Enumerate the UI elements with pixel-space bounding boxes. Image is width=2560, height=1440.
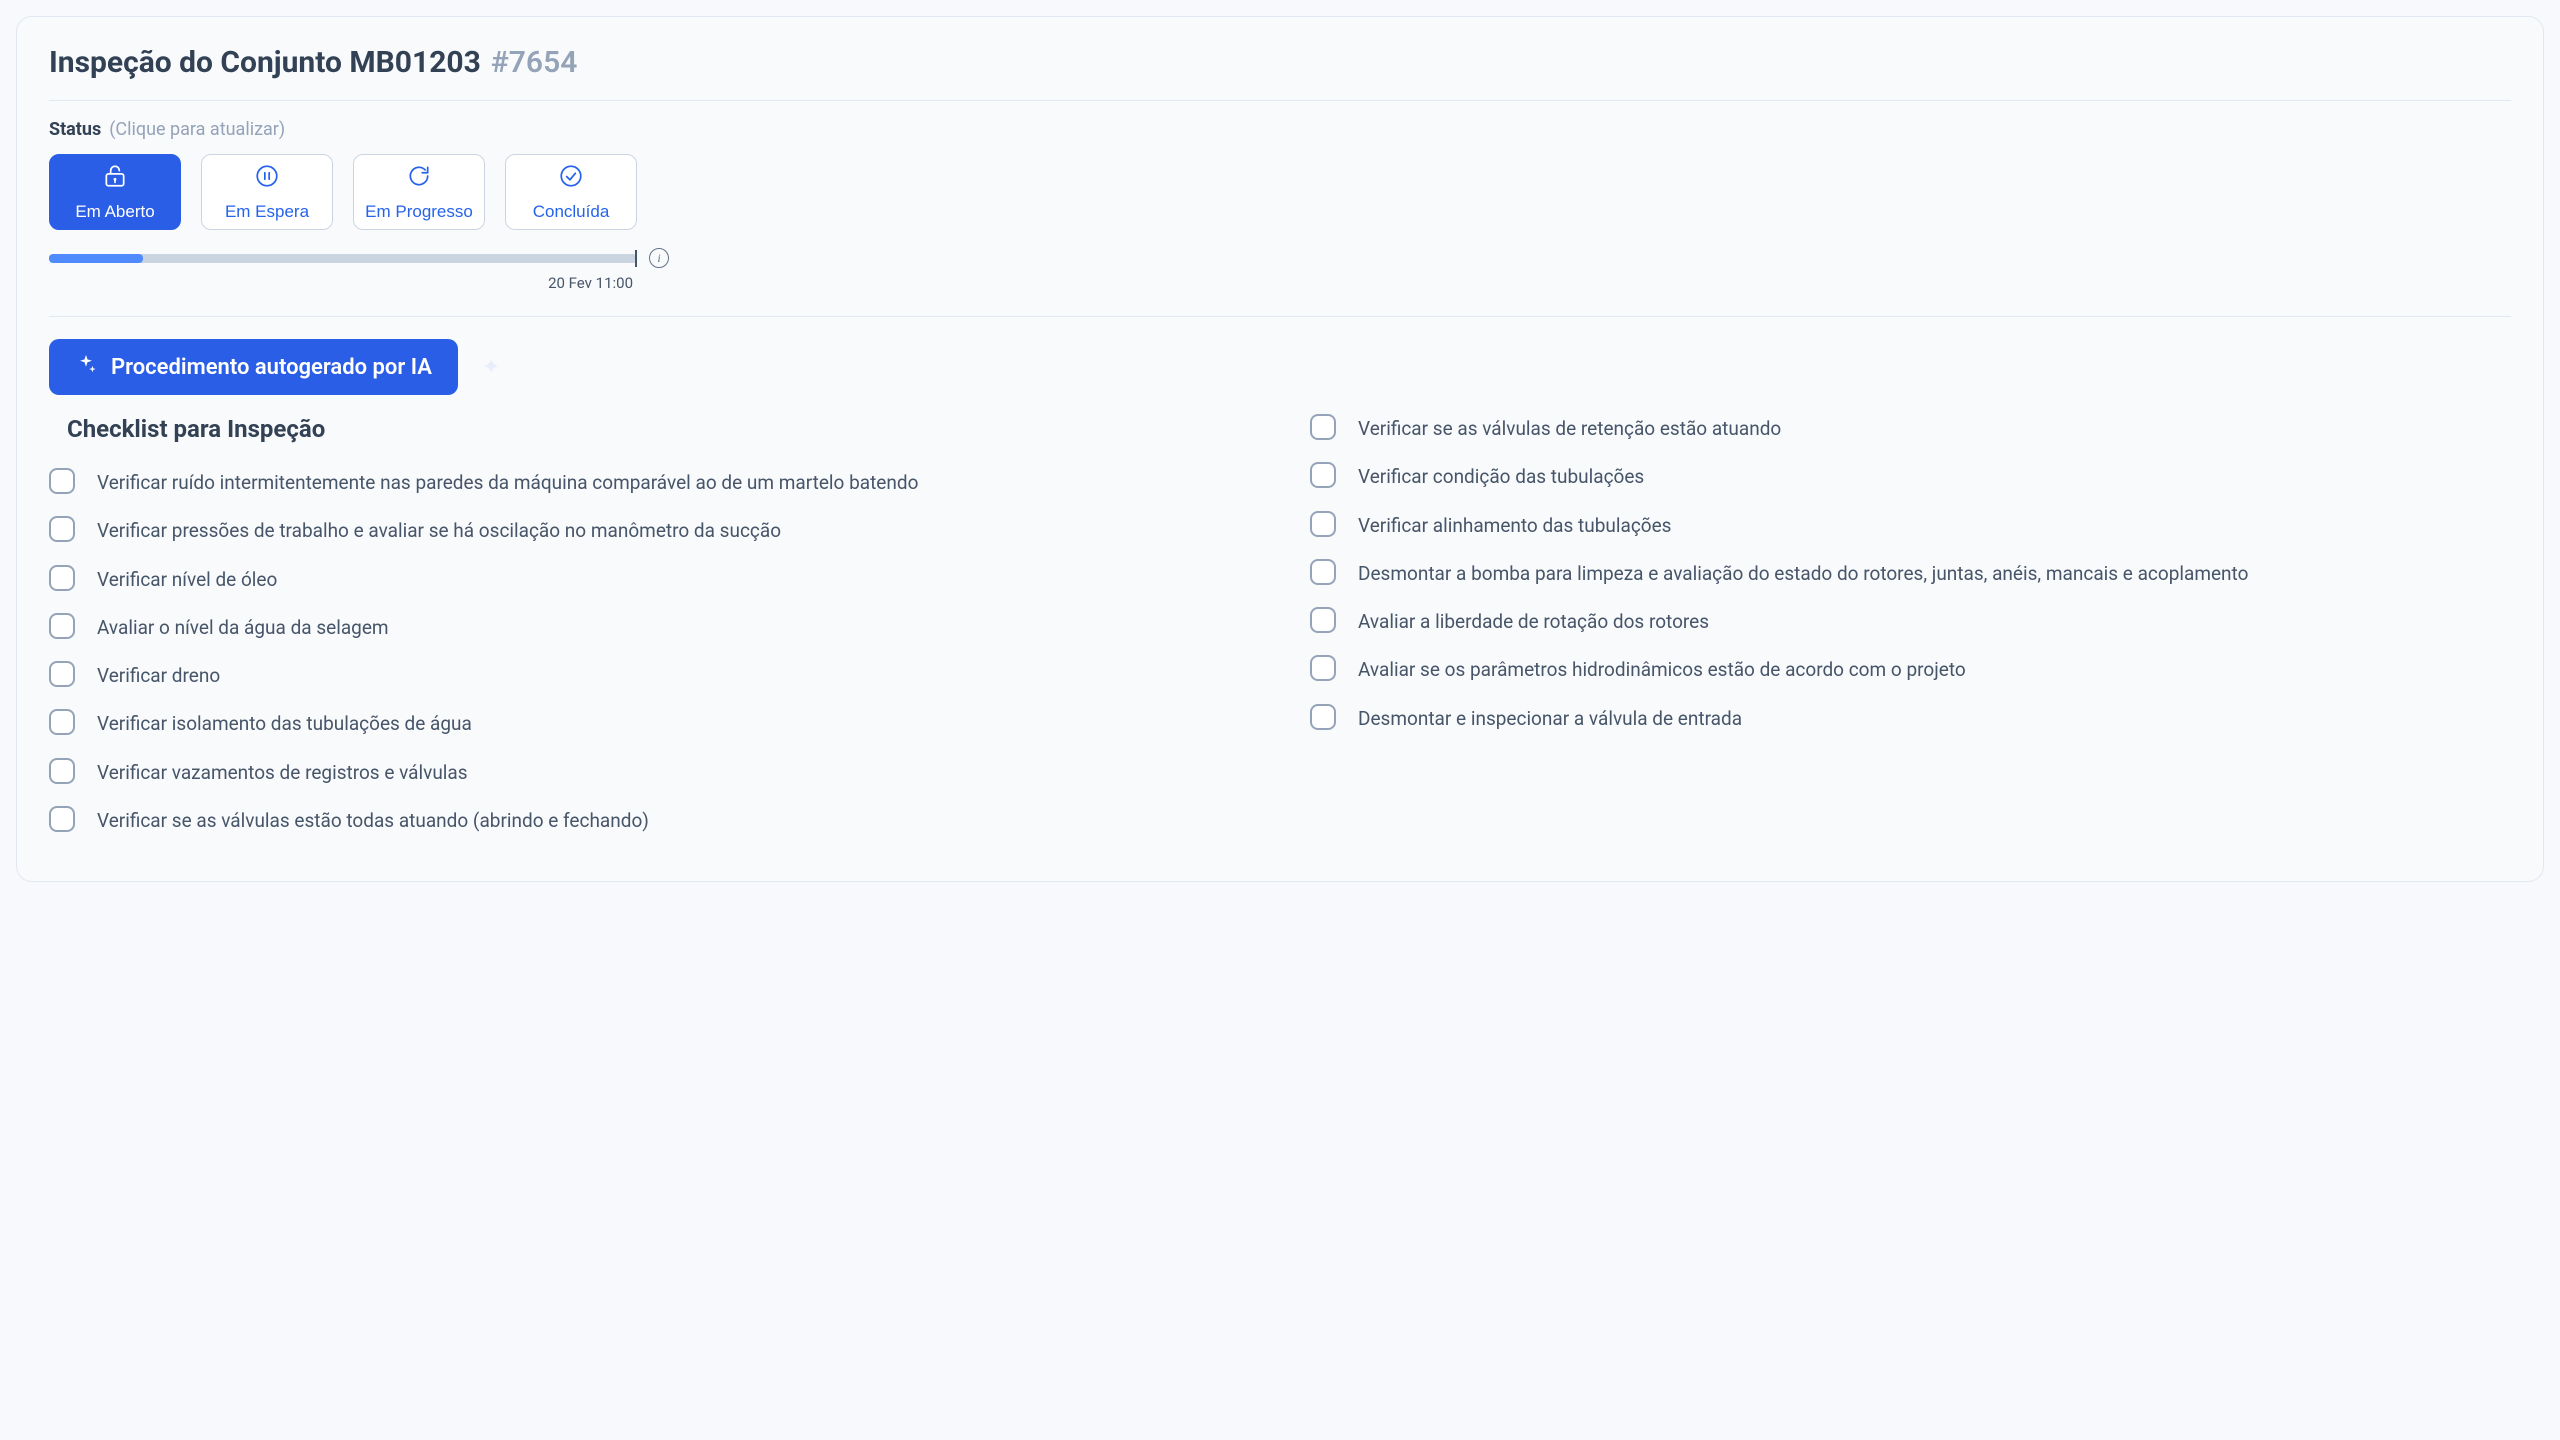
- checklist-item-label: Verificar se as válvulas estão todas atu…: [97, 805, 649, 837]
- checkbox[interactable]: [49, 758, 75, 784]
- checkbox[interactable]: [1310, 559, 1336, 585]
- status-label-row: Status (Clique para atualizar): [49, 119, 2511, 140]
- checklist-item: Verificar se as válvulas estão todas atu…: [49, 797, 1250, 845]
- checkbox[interactable]: [1310, 414, 1336, 440]
- status-done-button[interactable]: Concluída: [505, 154, 637, 230]
- lock-open-icon: [102, 163, 128, 194]
- checklist-item: Desmontar a bomba para limpeza e avaliaç…: [1310, 550, 2511, 598]
- title-row: Inspeção do Conjunto MB01203 #7654: [49, 45, 2511, 101]
- checkbox[interactable]: [1310, 511, 1336, 537]
- checklist-item-label: Verificar dreno: [97, 660, 220, 692]
- checklist-item-label: Verificar pressões de trabalho e avaliar…: [97, 515, 781, 547]
- ai-procedure-badge[interactable]: Procedimento autogerado por IA: [49, 339, 458, 395]
- status-button-label: Em Progresso: [365, 202, 473, 222]
- sparkle-icon: [75, 353, 97, 381]
- checkbox[interactable]: [49, 806, 75, 832]
- info-icon[interactable]: i: [649, 248, 669, 268]
- status-label: Status: [49, 119, 101, 140]
- checklist-item-label: Verificar nível de óleo: [97, 564, 277, 596]
- checklist-item: Verificar dreno: [49, 652, 1250, 700]
- inspection-card: Inspeção do Conjunto MB01203 #7654 Statu…: [16, 16, 2544, 882]
- checklist-title: Checklist para Inspeção: [67, 415, 1250, 443]
- checklist-item-label: Avaliar se os parâmetros hidrodinâmicos …: [1358, 654, 1966, 686]
- checkbox[interactable]: [1310, 655, 1336, 681]
- checklist-item-label: Verificar condição das tubulações: [1358, 461, 1644, 493]
- checklist-item: Verificar alinhamento das tubulações: [1310, 502, 2511, 550]
- checkbox[interactable]: [49, 709, 75, 735]
- checkbox[interactable]: [49, 468, 75, 494]
- checklist-item: Verificar isolamento das tubulações de á…: [49, 700, 1250, 748]
- page-title: Inspeção do Conjunto MB01203: [49, 45, 481, 80]
- checklist-item: Verificar condição das tubulações: [1310, 453, 2511, 501]
- checkbox[interactable]: [1310, 607, 1336, 633]
- ai-badge-label: Procedimento autogerado por IA: [111, 355, 432, 380]
- checklist-item: Verificar ruído intermitentemente nas pa…: [49, 459, 1250, 507]
- checkbox[interactable]: [49, 661, 75, 687]
- checklist-item-label: Desmontar a bomba para limpeza e avaliaç…: [1358, 558, 2248, 590]
- status-hold-button[interactable]: Em Espera: [201, 154, 333, 230]
- checklist-item: Avaliar se os parâmetros hidrodinâmicos …: [1310, 646, 2511, 694]
- status-button-label: Em Espera: [225, 202, 309, 222]
- checklist-item-label: Avaliar o nível da água da selagem: [97, 612, 389, 644]
- status-section: Status (Clique para atualizar) Em Aberto: [49, 119, 2511, 317]
- checkbox[interactable]: [49, 565, 75, 591]
- checklist-item-label: Verificar ruído intermitentemente nas pa…: [97, 467, 918, 499]
- progress-row: i: [49, 248, 669, 268]
- progress-bar[interactable]: [49, 254, 637, 263]
- checklist-item-label: Verificar alinhamento das tubulações: [1358, 510, 1671, 542]
- progress-end-marker: [635, 250, 637, 267]
- checklist-left-column: Checklist para Inspeção Verificar ruído …: [49, 405, 1250, 845]
- status-open-button[interactable]: Em Aberto: [49, 154, 181, 230]
- status-button-group: Em Aberto Em Espera: [49, 154, 2511, 230]
- progress-fill: [49, 254, 143, 263]
- checklist-item: Verificar pressões de trabalho e avaliar…: [49, 507, 1250, 555]
- checklist-item-label: Verificar isolamento das tubulações de á…: [97, 708, 472, 740]
- status-hint: (Clique para atualizar): [109, 119, 285, 140]
- checkbox[interactable]: [49, 613, 75, 639]
- ticket-id: #7654: [491, 45, 577, 80]
- status-button-label: Concluída: [533, 202, 610, 222]
- status-in-progress-button[interactable]: Em Progresso: [353, 154, 485, 230]
- checkbox[interactable]: [1310, 462, 1336, 488]
- checklist-item-label: Verificar se as válvulas de retenção est…: [1358, 413, 1781, 445]
- checklist-item: Verificar nível de óleo: [49, 556, 1250, 604]
- checklist-right-column: Verificar se as válvulas de retenção est…: [1310, 405, 2511, 845]
- checklist-item: Verificar vazamentos de registros e válv…: [49, 749, 1250, 797]
- checklist-item: Verificar se as válvulas de retenção est…: [1310, 405, 2511, 453]
- checkbox[interactable]: [1310, 704, 1336, 730]
- progress-due-date: 20 Fev 11:00: [49, 274, 669, 292]
- checklist-item-label: Desmontar e inspecionar a válvula de ent…: [1358, 703, 1742, 735]
- checklist-item: Avaliar o nível da água da selagem: [49, 604, 1250, 652]
- pause-circle-icon: [254, 163, 280, 194]
- checklist-item-label: Avaliar a liberdade de rotação dos rotor…: [1358, 606, 1709, 638]
- checklist-item: Avaliar a liberdade de rotação dos rotor…: [1310, 598, 2511, 646]
- checklist-item-label: Verificar vazamentos de registros e válv…: [97, 757, 468, 789]
- sparkle-ghost-icon: ✦: [482, 355, 500, 380]
- status-button-label: Em Aberto: [75, 202, 154, 222]
- checkbox[interactable]: [49, 516, 75, 542]
- checklist-columns: Checklist para Inspeção Verificar ruído …: [49, 405, 2511, 845]
- ai-row: Procedimento autogerado por IA ✦: [49, 339, 2511, 395]
- refresh-icon: [406, 163, 432, 194]
- checklist-item: Desmontar e inspecionar a válvula de ent…: [1310, 695, 2511, 743]
- check-circle-icon: [558, 163, 584, 194]
